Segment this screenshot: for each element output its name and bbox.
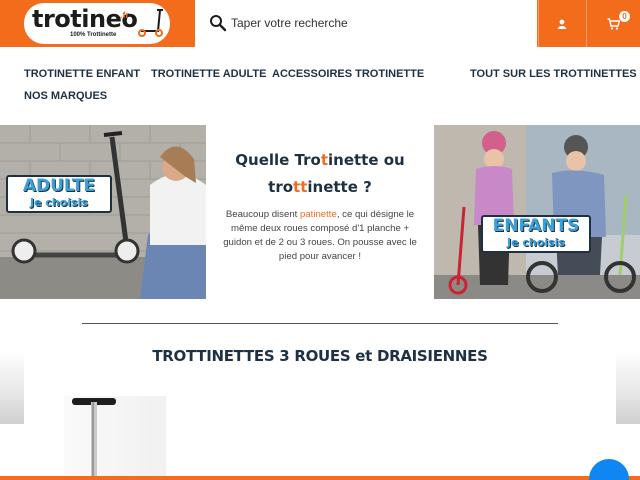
search-input[interactable] bbox=[231, 12, 521, 34]
hero-desc-part: Beaucoup disent bbox=[225, 209, 300, 220]
chat-icon[interactable] bbox=[589, 459, 629, 480]
site-logo[interactable]: trotineo .fr 100% Trottinette bbox=[24, 3, 170, 44]
user-icon bbox=[557, 19, 567, 29]
hero-desc-highlight: patinette bbox=[300, 209, 337, 220]
page: trotineo .fr 100% Trottinette Taper votr… bbox=[0, 0, 640, 480]
kids-badge-subtitle: Je choisis bbox=[507, 236, 565, 249]
hero-description: Beaucoup disent patinette, ce qui désign… bbox=[218, 208, 422, 264]
nav-item-nos-marques[interactable]: NOS MARQUES bbox=[24, 90, 107, 102]
kids-category-banner[interactable]: ENFANTS Je choisis bbox=[434, 125, 640, 299]
scooter-logo-icon bbox=[138, 9, 163, 37]
header-bar: trotineo .fr 100% Trottinette Taper votr… bbox=[0, 0, 640, 47]
nav-item-trotinette-enfant[interactable]: TROTINETTE ENFANT bbox=[24, 68, 140, 80]
cart-count-badge: 0 bbox=[619, 11, 630, 22]
search-bar bbox=[195, 0, 537, 47]
kids-choose-badge[interactable]: ENFANTS Je choisis bbox=[481, 215, 591, 253]
adult-category-banner[interactable]: ADULTE Je choisis bbox=[0, 125, 206, 299]
adult-choose-badge[interactable]: ADULTE Je choisis bbox=[6, 175, 112, 213]
carousel-next-image[interactable] bbox=[616, 350, 640, 424]
product-scooter-image bbox=[72, 398, 116, 480]
hero-banner: ADULTE Je choisis Quelle Trotinette ou t… bbox=[0, 125, 640, 299]
hero-title-highlight: tt bbox=[293, 178, 308, 196]
cart-button[interactable]: 0 bbox=[586, 0, 640, 47]
kids-badge-title: ENFANTS bbox=[492, 216, 580, 236]
logo-tld: .fr bbox=[120, 10, 129, 20]
carousel-prev-image[interactable] bbox=[0, 350, 24, 424]
hero-title-part: inette ? bbox=[307, 178, 372, 196]
section-divider bbox=[82, 323, 558, 324]
hero-title-part: tro bbox=[268, 178, 294, 196]
main-nav: TROTINETTE ENFANT TROTINETTE ADULTE ACCE… bbox=[0, 47, 640, 112]
footer-accent-bar bbox=[0, 476, 640, 480]
account-button[interactable] bbox=[538, 0, 585, 47]
nav-item-trotinette-adulte[interactable]: TROTINETTE ADULTE bbox=[151, 68, 267, 80]
adult-badge-title: ADULTE bbox=[22, 176, 96, 196]
hero-title-highlight: t bbox=[320, 151, 329, 169]
nav-item-tout-sur-trottinettes[interactable]: TOUT SUR LES TROTTINETTES bbox=[470, 68, 637, 80]
adult-badge-subtitle: Je choisis bbox=[30, 196, 88, 209]
nav-item-accessoires[interactable]: ACCESSOIRES TROTINETTE bbox=[272, 68, 424, 80]
hero-title: Quelle Trotinette ou trottinette ? bbox=[206, 147, 434, 201]
hero-title-part: Quelle Tro bbox=[235, 151, 321, 169]
product-card[interactable] bbox=[64, 396, 166, 480]
search-icon[interactable] bbox=[209, 14, 227, 32]
section-title: TROTTINETTES 3 ROUES et DRAISIENNES bbox=[152, 347, 488, 365]
hero-text-block: Quelle Trotinette ou trottinette ? Beauc… bbox=[206, 125, 434, 299]
cart-icon bbox=[607, 17, 620, 30]
hero-title-part: inette ou bbox=[328, 151, 405, 169]
logo-tagline: 100% Trottinette bbox=[70, 32, 117, 38]
kids-scooter-photo bbox=[434, 125, 640, 299]
